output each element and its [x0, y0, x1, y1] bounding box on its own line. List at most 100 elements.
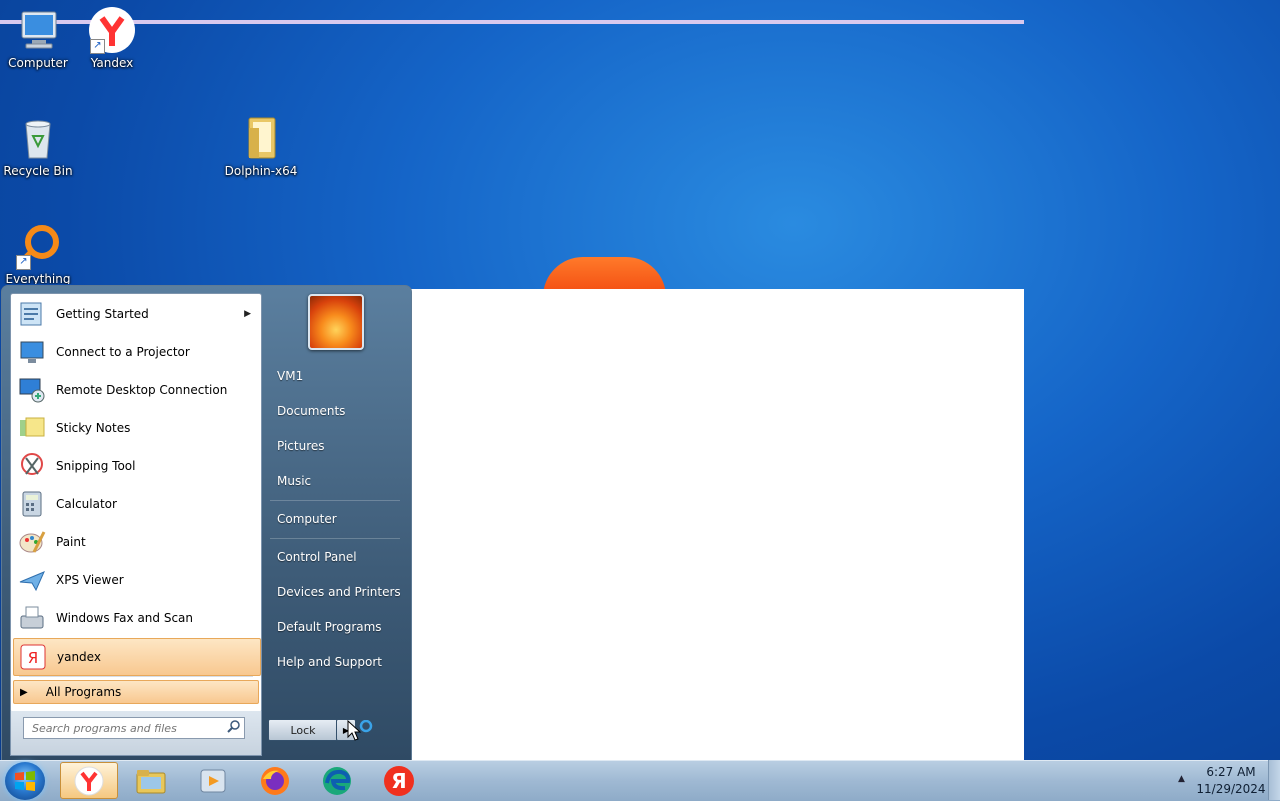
- desktop-icon-computer[interactable]: Computer: [0, 6, 76, 70]
- program-label: XPS Viewer: [56, 573, 124, 587]
- right-item-user[interactable]: VM1: [268, 361, 402, 391]
- right-item-label: Documents: [277, 404, 346, 418]
- lock-button[interactable]: Lock: [268, 719, 338, 741]
- right-item-help-support[interactable]: Help and Support: [268, 647, 402, 677]
- search-area: [10, 711, 262, 756]
- folder-icon: [237, 114, 285, 162]
- right-item-pictures[interactable]: Pictures: [268, 431, 402, 461]
- program-sticky-notes[interactable]: Sticky Notes: [13, 410, 259, 446]
- right-item-label: Control Panel: [277, 550, 357, 564]
- right-item-computer[interactable]: Computer: [268, 504, 402, 534]
- windows-logo-icon: [15, 771, 35, 791]
- yandex-browser-icon: [74, 766, 104, 795]
- taskbar-yandex-browser[interactable]: [60, 762, 118, 799]
- desktop-icon-label: Recycle Bin: [3, 164, 73, 178]
- taskbar-file-explorer[interactable]: [122, 762, 180, 799]
- search-icon[interactable]: [227, 720, 240, 736]
- program-label: yandex: [57, 650, 101, 664]
- program-remote-desktop[interactable]: Remote Desktop Connection: [13, 372, 259, 408]
- submenu-arrow-icon: ▶: [244, 309, 251, 319]
- program-label: Sticky Notes: [56, 421, 131, 435]
- edge-icon: [323, 766, 351, 795]
- desktop-icon-everything[interactable]: ↗ Everything: [0, 222, 76, 284]
- programs-separator: [19, 676, 253, 677]
- yandex-icon: Я: [17, 641, 49, 673]
- right-item-label: Devices and Printers: [277, 585, 401, 599]
- right-item-music[interactable]: Music: [268, 466, 402, 496]
- firefox-icon: [261, 766, 289, 795]
- program-calculator[interactable]: Calculator: [13, 486, 259, 522]
- taskbar-clock[interactable]: 6:27 AM 11/29/2024: [1196, 764, 1266, 798]
- search-box[interactable]: [23, 717, 245, 739]
- taskbar-yandex[interactable]: Я: [370, 762, 428, 799]
- clock-date: 11/29/2024: [1196, 782, 1266, 796]
- desktop-icon-label: Yandex: [90, 56, 134, 70]
- desktop-icon-yandex[interactable]: ↗ Yandex: [74, 6, 150, 70]
- program-label: Windows Fax and Scan: [56, 611, 194, 625]
- program-paint[interactable]: Paint: [13, 524, 259, 560]
- taskbar-edge[interactable]: [308, 762, 366, 799]
- yandex-icon: Я: [384, 765, 414, 796]
- taskbar-firefox[interactable]: [246, 762, 304, 799]
- right-separator: [270, 500, 400, 501]
- right-item-label: Help and Support: [277, 655, 382, 669]
- program-label: Calculator: [56, 497, 117, 511]
- top-line-artifact: [0, 20, 1024, 24]
- right-item-label: VM1: [277, 369, 304, 383]
- shortcut-arrow-icon: ↗: [16, 255, 31, 270]
- recycle-bin-icon: [14, 114, 62, 162]
- user-avatar[interactable]: [308, 294, 364, 350]
- all-programs-button[interactable]: ▶ All Programs: [13, 680, 259, 704]
- program-yandex[interactable]: Я yandex: [13, 638, 261, 676]
- mouse-cursor-icon: [346, 719, 374, 747]
- folder-icon: [136, 769, 166, 793]
- taskbar: Я: [0, 760, 1280, 801]
- taskbar-media-player[interactable]: [184, 762, 242, 799]
- sticky-notes-icon: [16, 412, 48, 444]
- program-label: Paint: [56, 535, 86, 549]
- lock-label: Lock: [290, 723, 316, 737]
- all-programs-label: All Programs: [45, 685, 122, 699]
- calculator-icon: [16, 488, 48, 520]
- program-snipping-tool[interactable]: Snipping Tool: [13, 448, 259, 484]
- snipping-tool-icon: [16, 450, 48, 482]
- fax-scan-icon: [16, 602, 48, 634]
- program-label: Remote Desktop Connection: [56, 383, 228, 397]
- start-button[interactable]: [5, 762, 45, 800]
- program-label: Getting Started: [56, 307, 149, 321]
- xps-viewer-icon: [16, 564, 48, 596]
- right-item-control-panel[interactable]: Control Panel: [268, 542, 402, 572]
- computer-icon: [14, 6, 62, 54]
- right-item-label: Music: [277, 474, 312, 488]
- right-item-label: Pictures: [277, 439, 325, 453]
- remote-desktop-icon: [16, 374, 48, 406]
- show-hidden-icons-icon[interactable]: ▲: [1178, 774, 1185, 784]
- blank-window: [411, 289, 1024, 760]
- desktop-icon-label: Computer: [8, 56, 68, 70]
- programs-pane: Getting Started ▶ Connect to a Projector…: [10, 293, 262, 713]
- program-fax-scan[interactable]: Windows Fax and Scan: [13, 600, 259, 636]
- program-xps-viewer[interactable]: XPS Viewer: [13, 562, 259, 598]
- yandex-browser-icon: ↗: [88, 6, 136, 54]
- desktop-icon-label: Everything: [5, 272, 71, 284]
- program-label: Connect to a Projector: [56, 345, 190, 359]
- desktop-icon-recycle-bin[interactable]: Recycle Bin: [0, 114, 76, 178]
- shortcut-arrow-icon: ↗: [90, 39, 105, 54]
- right-item-label: Computer: [277, 512, 337, 526]
- right-separator: [270, 538, 400, 539]
- search-input[interactable]: [30, 720, 224, 736]
- projector-icon: [16, 336, 48, 368]
- desktop-icon-dolphin[interactable]: Dolphin-x64: [223, 114, 299, 178]
- program-getting-started[interactable]: Getting Started ▶: [13, 296, 259, 332]
- svg-text:Я: Я: [28, 649, 38, 667]
- svg-text:Я: Я: [391, 769, 406, 793]
- right-item-devices-printers[interactable]: Devices and Printers: [268, 577, 402, 607]
- program-label: Snipping Tool: [56, 459, 136, 473]
- media-player-icon: [200, 769, 226, 792]
- getting-started-icon: [16, 298, 48, 330]
- program-connect-projector[interactable]: Connect to a Projector: [13, 334, 259, 370]
- show-desktop-button[interactable]: [1268, 760, 1280, 800]
- right-item-default-programs[interactable]: Default Programs: [268, 612, 402, 642]
- right-item-documents[interactable]: Documents: [268, 396, 402, 426]
- paint-icon: [16, 526, 48, 558]
